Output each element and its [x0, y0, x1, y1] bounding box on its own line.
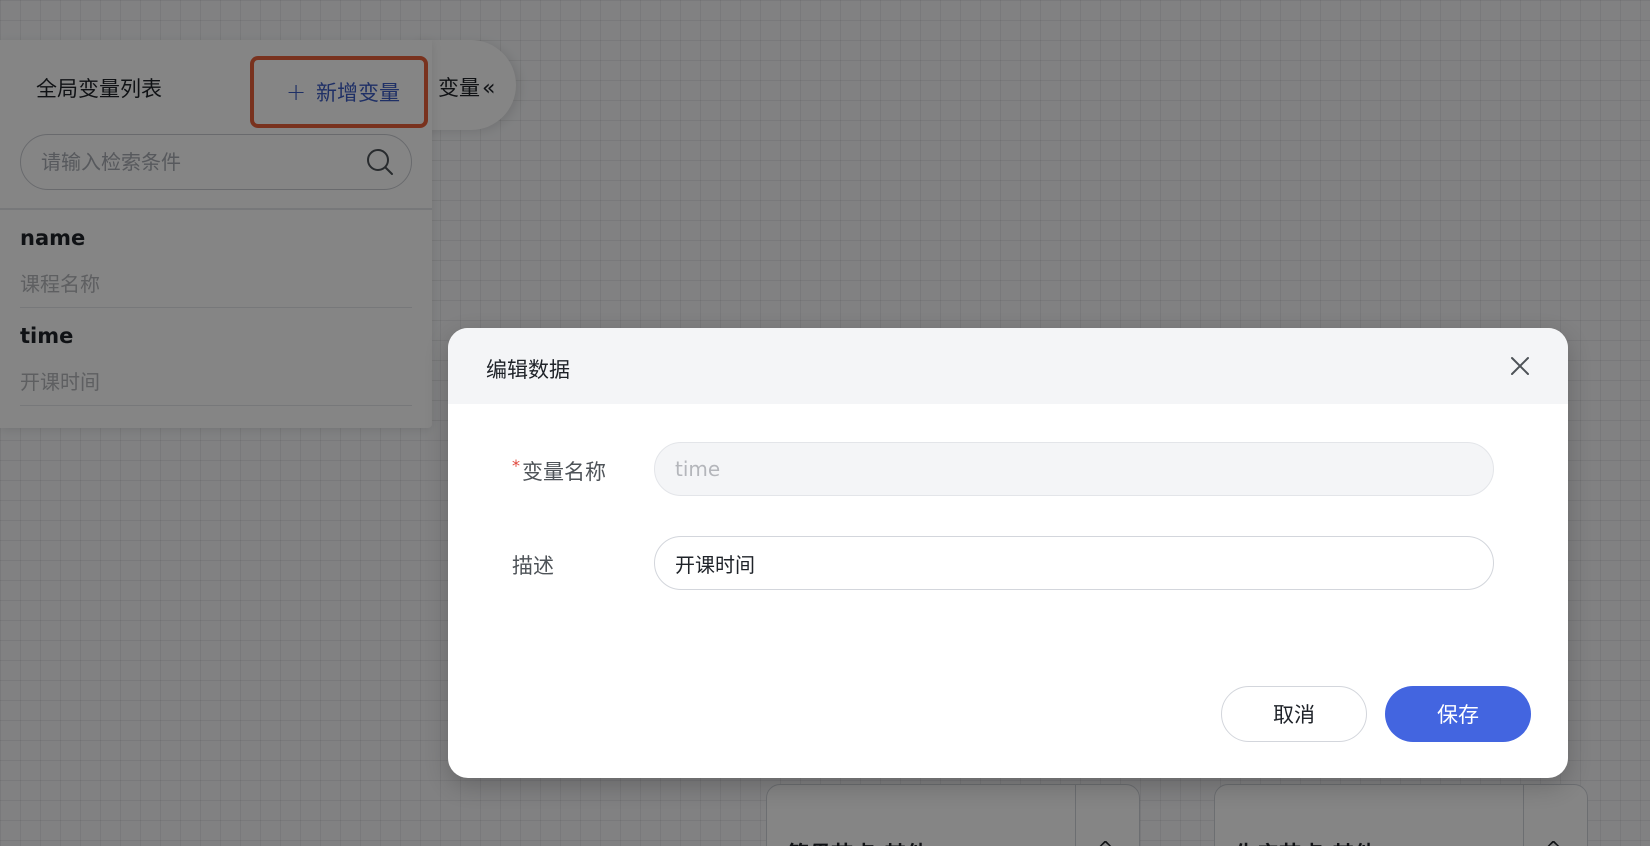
- description-label: 描述: [512, 554, 554, 578]
- variable-name-label-text: 变量名称: [522, 460, 606, 484]
- close-button[interactable]: [1504, 350, 1536, 382]
- close-icon: [1511, 357, 1529, 375]
- variable-name-label: *变量名称: [512, 456, 606, 486]
- variable-name-field: [654, 442, 1494, 496]
- dialog-title: 编辑数据: [486, 358, 570, 382]
- edit-dialog: 编辑数据 *变量名称 描述 取消 保存: [448, 328, 1568, 778]
- required-mark: *: [512, 456, 520, 475]
- dialog-header: [448, 328, 1568, 404]
- description-field[interactable]: [654, 536, 1494, 590]
- save-button[interactable]: 保存: [1385, 686, 1531, 742]
- cancel-button[interactable]: 取消: [1221, 686, 1367, 742]
